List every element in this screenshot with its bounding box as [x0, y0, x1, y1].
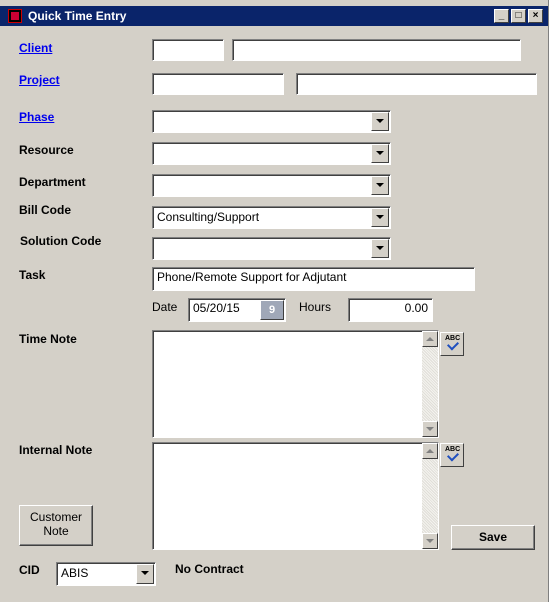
- department-select[interactable]: [152, 174, 391, 197]
- solution-code-select[interactable]: [152, 237, 391, 260]
- maximize-icon: □: [515, 10, 522, 21]
- time-note-label: Time Note: [19, 332, 77, 346]
- chevron-down-icon[interactable]: [371, 239, 389, 258]
- bill-code-select[interactable]: Consulting/Support: [152, 206, 391, 229]
- task-input[interactable]: Phone/Remote Support for Adjutant: [152, 267, 475, 291]
- window-title: Quick Time Entry: [28, 9, 127, 23]
- chevron-down-icon[interactable]: [371, 176, 389, 195]
- client-link[interactable]: Client: [19, 41, 52, 55]
- maximize-button[interactable]: □: [511, 9, 526, 23]
- minimize-icon: _: [498, 10, 505, 21]
- spellcheck-time-note-button[interactable]: ABC: [440, 332, 464, 356]
- customer-note-button[interactable]: Customer Note: [19, 505, 93, 546]
- internal-note-scrollbar[interactable]: [422, 443, 438, 549]
- close-icon: ×: [532, 10, 539, 21]
- resource-label: Resource: [19, 143, 74, 157]
- project-code-input[interactable]: [152, 73, 284, 95]
- hours-input[interactable]: 0.00: [348, 298, 433, 322]
- cid-value: ABIS: [61, 566, 89, 580]
- chevron-down-icon[interactable]: [371, 112, 389, 131]
- resource-select[interactable]: [152, 142, 391, 165]
- hours-label: Hours: [299, 300, 332, 314]
- chevron-down-icon[interactable]: [136, 564, 154, 584]
- background-window-edge: [548, 0, 555, 602]
- solution-code-label: Solution Code: [20, 234, 102, 248]
- client-name-input[interactable]: [232, 39, 521, 61]
- contract-status: No Contract: [175, 562, 244, 576]
- time-note-textarea[interactable]: [152, 330, 439, 438]
- chevron-down-icon[interactable]: [371, 208, 389, 227]
- scroll-down-icon[interactable]: [422, 421, 438, 437]
- phase-link[interactable]: Phase: [19, 110, 54, 124]
- save-button[interactable]: Save: [451, 525, 535, 550]
- spellcheck-internal-note-button[interactable]: ABC: [440, 443, 464, 467]
- quick-time-entry-window: Client Project Phase Resource Department…: [0, 26, 548, 592]
- project-name-input[interactable]: [296, 73, 537, 95]
- app-icon: [8, 9, 22, 23]
- time-note-scrollbar[interactable]: [422, 331, 438, 437]
- title-bar[interactable]: Quick Time Entry _ □ ×: [0, 6, 548, 26]
- project-link[interactable]: Project: [19, 73, 60, 87]
- minimize-button[interactable]: _: [494, 9, 509, 23]
- cid-select[interactable]: ABIS: [56, 562, 156, 586]
- date-label: Date: [152, 300, 178, 314]
- chevron-down-icon[interactable]: [371, 144, 389, 163]
- calendar-icon[interactable]: 9: [260, 300, 284, 320]
- internal-note-label: Internal Note: [19, 443, 93, 457]
- bill-code-value: Consulting/Support: [157, 210, 260, 224]
- bill-code-label: Bill Code: [19, 203, 72, 217]
- client-code-input[interactable]: [152, 39, 224, 61]
- department-label: Department: [19, 175, 86, 189]
- scroll-down-icon[interactable]: [422, 533, 438, 549]
- scroll-up-icon[interactable]: [422, 443, 438, 459]
- cid-label: CID: [19, 563, 40, 577]
- close-button[interactable]: ×: [528, 9, 543, 23]
- task-label: Task: [19, 268, 46, 282]
- internal-note-textarea[interactable]: [152, 442, 439, 550]
- scroll-up-icon[interactable]: [422, 331, 438, 347]
- date-value: 05/20/15: [193, 301, 240, 315]
- phase-select[interactable]: [152, 110, 391, 133]
